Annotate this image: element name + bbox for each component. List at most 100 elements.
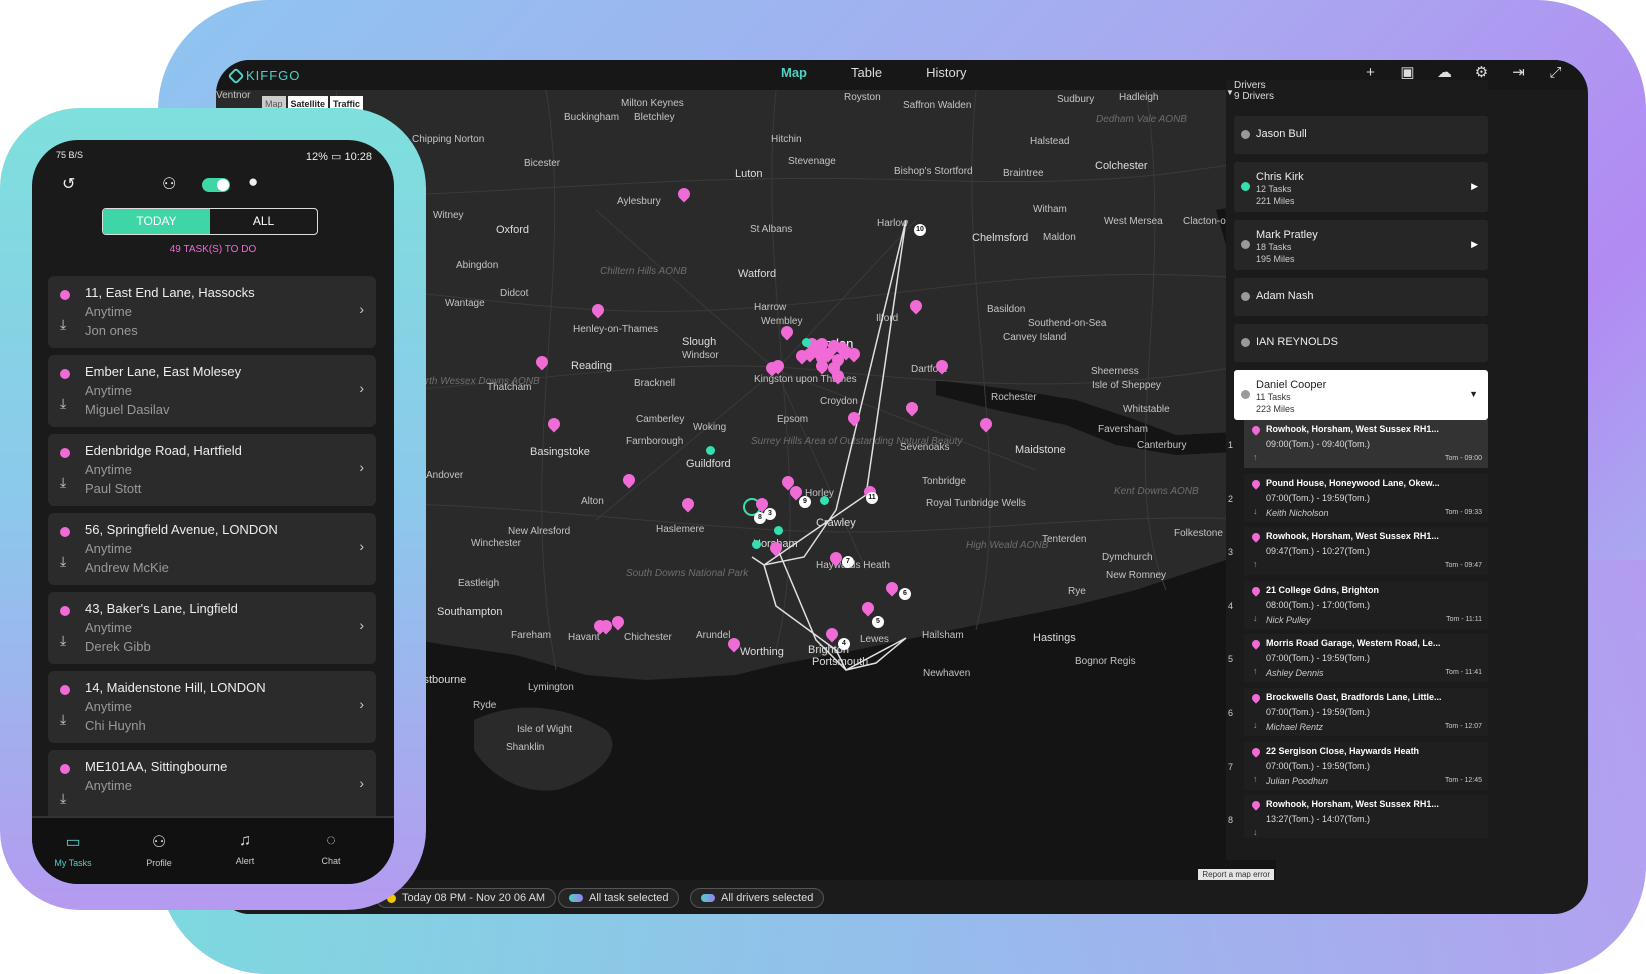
driver-card[interactable]: Chris Kirk 12 Tasks 221 Miles ▶ (1234, 162, 1488, 212)
kiffgo-logo[interactable]: KIFFGO (227, 67, 300, 84)
task-row[interactable]: 7 22 Sergison Close, Haywards Heath 07:0… (1216, 741, 1488, 795)
task-row[interactable]: 3 Rowhook, Horsham, West Sussex RH1... 0… (1216, 527, 1488, 580)
stop-number-marker[interactable]: 4 (838, 638, 850, 650)
drivers-header[interactable]: ▼ Drivers 9 Drivers (1226, 80, 1274, 102)
task-card[interactable]: Brockwells Oast, Bradfords Lane, Little.… (1244, 688, 1488, 736)
user-icon[interactable]: ● (248, 172, 258, 192)
task-card[interactable]: Rowhook, Horsham, West Sussex RH1... 09:… (1244, 420, 1488, 468)
phone-task-item[interactable]: Edenbridge Road, Hartfield Anytime Paul … (48, 434, 376, 506)
driver-location-dot[interactable] (774, 526, 783, 535)
task-time-window: 07:00(Tom.) - 19:59(Tom.) (1266, 760, 1371, 771)
history-icon[interactable]: ↺ (62, 174, 75, 194)
profile-icon: ⚇ (151, 834, 167, 851)
chevron-right-icon[interactable]: › (359, 617, 364, 633)
stop-number-marker[interactable]: 5 (872, 616, 884, 628)
tab-history[interactable]: History (926, 65, 966, 80)
driver-card[interactable]: Daniel Cooper 11 Tasks 223 Miles ▼ (1234, 370, 1488, 420)
task-row[interactable]: 5 Morris Road Garage, Western Road, Le..… (1216, 634, 1488, 687)
task-filter[interactable]: All task selected (558, 888, 680, 908)
task-address: Rowhook, Horsham, West Sussex RH1... (1266, 799, 1439, 810)
driver-location-dot[interactable] (802, 338, 811, 347)
dropoff-arrow-icon: ↓ (1253, 612, 1258, 623)
phone-task-item[interactable]: 11, East End Lane, Hassocks Anytime Jon … (48, 276, 376, 348)
phone-task-item[interactable]: 14, Maidenstone Hill, LONDON Anytime Chi… (48, 671, 376, 743)
promo-canvas: KIFFGO Map Table History + ▣ ☁ ⚙ ⇥ ⤢ Map… (0, 0, 1646, 974)
task-row[interactable]: 1 Rowhook, Horsham, West Sussex RH1... 0… (1216, 420, 1488, 473)
stop-number-marker[interactable]: 9 (799, 496, 811, 508)
task-contact: Julian Poodhun (1266, 775, 1329, 786)
laptop-icon: ▭ (65, 834, 81, 851)
chevron-right-icon[interactable]: › (359, 696, 364, 712)
chevron-right-icon[interactable]: ▶ (1471, 239, 1478, 250)
driver-location-dot[interactable] (752, 540, 761, 549)
driver-card[interactable]: IAN REYNOLDS (1234, 324, 1488, 362)
task-contact: Jon ones (85, 323, 138, 338)
task-pin-icon (1250, 745, 1262, 758)
nav-profile[interactable]: ⚇ Profile (124, 832, 194, 868)
task-address: 22 Sergison Close, Haywards Heath (1266, 745, 1420, 756)
chevron-right-icon[interactable]: › (359, 775, 364, 791)
chevron-right-icon[interactable]: › (359, 459, 364, 475)
pickup-arrow-icon: ↑ (1253, 773, 1258, 784)
phone-task-item[interactable]: ME101AA, Sittingbourne Anytime ⤓ › (48, 750, 376, 822)
driver-filter[interactable]: All drivers selected (690, 888, 825, 908)
add-file-icon[interactable]: ▣ (1399, 64, 1416, 81)
logout-icon[interactable]: ⇥ (1510, 64, 1527, 81)
expand-icon[interactable]: ⤢ (1547, 64, 1564, 81)
report-map-error-link[interactable]: Report a map error (1198, 869, 1274, 880)
tab-map[interactable]: Map (781, 65, 807, 80)
nav-my-tasks[interactable]: ▭ My Tasks (38, 832, 108, 868)
segment-today[interactable]: TODAY (103, 209, 210, 234)
task-row[interactable]: 8 Rowhook, Horsham, West Sussex RH1... 1… (1216, 795, 1488, 838)
chevron-right-icon[interactable]: › (359, 538, 364, 554)
chevron-right-icon[interactable]: › (359, 301, 364, 317)
online-toggle[interactable] (202, 178, 230, 192)
task-eta: Tom - 12:45 (1445, 776, 1482, 784)
pickup-arrow-icon: ↑ (1253, 559, 1258, 570)
driver-location-dot[interactable] (820, 496, 829, 505)
stop-number-marker[interactable]: 10 (914, 224, 926, 236)
nav-chat[interactable]: ◌ Chat (296, 832, 366, 866)
chevron-right-icon[interactable]: › (359, 380, 364, 396)
chevron-right-icon[interactable]: ▶ (1471, 181, 1478, 192)
nav-my-tasks-label: My Tasks (54, 858, 92, 868)
task-card[interactable]: Pound House, Honeywood Lane, Okew... 07:… (1244, 473, 1488, 522)
plus-icon[interactable]: + (1362, 64, 1379, 81)
task-time: Anytime (85, 383, 132, 398)
task-contact: Miguel Dasilav (85, 402, 170, 417)
user-outline-icon[interactable]: ⚇ (162, 174, 176, 194)
driver-card[interactable]: Mark Pratley 18 Tasks 195 Miles ▶ (1234, 220, 1488, 270)
task-row[interactable]: 6 Brockwells Oast, Bradfords Lane, Littl… (1216, 688, 1488, 741)
phone-task-item[interactable]: Ember Lane, East Molesey Anytime Miguel … (48, 355, 376, 427)
task-address: 14, Maidenstone Hill, LONDON (85, 680, 266, 695)
phone-task-item[interactable]: 43, Baker's Lane, Lingfield Anytime Dere… (48, 592, 376, 664)
task-card[interactable]: Rowhook, Horsham, West Sussex RH1... 13:… (1244, 795, 1488, 838)
task-card[interactable]: Morris Road Garage, Western Road, Le... … (1244, 634, 1488, 683)
driver-card[interactable]: Jason Bull (1234, 116, 1488, 154)
download-arrow-icon: ⤓ (60, 474, 67, 490)
task-eta: Tom - 09:33 (1445, 508, 1482, 516)
phone-task-item[interactable]: 56, Springfield Avenue, LONDON Anytime A… (48, 513, 376, 585)
gear-icon[interactable]: ⚙ (1473, 64, 1490, 81)
stop-number-marker[interactable]: 8 (754, 512, 766, 524)
cloud-sync-icon[interactable]: ☁ (1436, 64, 1453, 81)
nav-alert[interactable]: ♫ Alert (210, 832, 280, 866)
driver-card[interactable]: Adam Nash (1234, 278, 1488, 316)
stop-number-marker[interactable]: 11 (866, 492, 878, 504)
task-card[interactable]: Rowhook, Horsham, West Sussex RH1... 09:… (1244, 527, 1488, 576)
time-range-filter[interactable]: Today 08 PM - Nov 20 06 AM (376, 888, 557, 908)
task-row[interactable]: 2 Pound House, Honeywood Lane, Okew... 0… (1216, 473, 1488, 527)
phone-bottom-nav: ▭ My Tasks ⚇ Profile ♫ Alert ◌ Chat (32, 816, 394, 884)
stop-number-marker[interactable]: 7 (842, 556, 854, 568)
task-row[interactable]: 4 21 College Gdns, Brighton 08:00(Tom.) … (1216, 580, 1488, 634)
task-pin-icon (1250, 531, 1262, 543)
stop-number-marker[interactable]: 6 (899, 588, 911, 600)
chevron-down-icon[interactable]: ▼ (1469, 389, 1478, 399)
driver-location-dot[interactable] (706, 446, 715, 455)
tab-table[interactable]: Table (851, 65, 882, 80)
task-card[interactable]: 21 College Gdns, Brighton 08:00(Tom.) - … (1244, 580, 1488, 629)
task-card[interactable]: 22 Sergison Close, Haywards Heath 07:00(… (1244, 741, 1488, 790)
segment-all[interactable]: ALL (210, 209, 317, 234)
download-arrow-icon: ⤓ (60, 553, 67, 569)
driver-filter-label: All drivers selected (721, 892, 814, 904)
